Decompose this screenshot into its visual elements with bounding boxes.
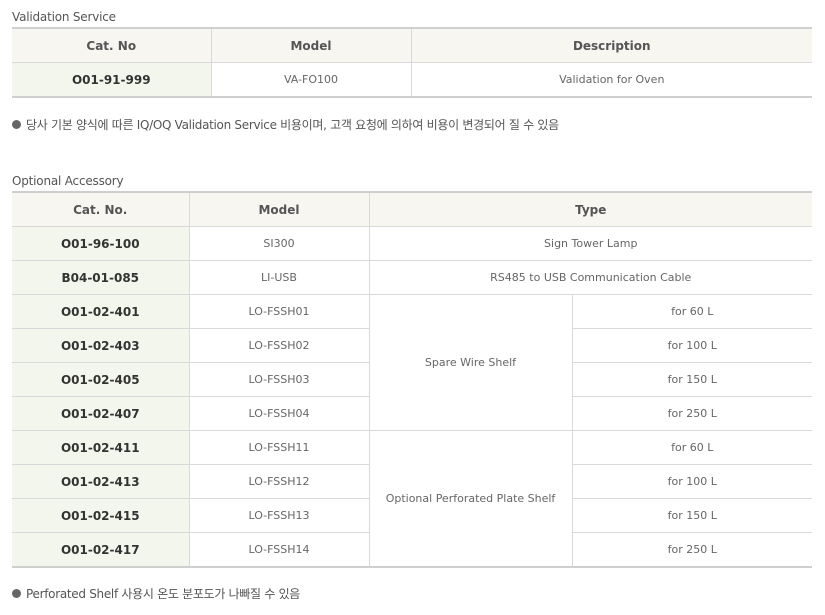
model-cell: LO-FSSH03 (188, 362, 370, 397)
size-cell: for 250 L (571, 396, 812, 431)
table-row: O01-02-411 LO-FSSH11 Optional Perforated… (12, 430, 812, 568)
cat-no-cell: O01-96-100 (12, 226, 190, 261)
size-cell: for 60 L (571, 294, 812, 329)
model-cell: LO-FSSH01 (188, 294, 370, 329)
bullet-icon (12, 589, 21, 598)
accessory-section-title: Optional Accessory (12, 174, 124, 188)
type-cell: Sign Tower Lamp (368, 226, 812, 261)
validation-section-title: Validation Service (12, 10, 116, 24)
accessory-note-text: Perforated Shelf 사용시 온도 분포도가 나빠질 수 있음 (26, 587, 301, 601)
header-model: Model (188, 191, 370, 227)
cat-no-cell: O01-02-403 (12, 328, 190, 363)
model-cell: LO-FSSH12 (188, 464, 370, 499)
size-cell: for 100 L (571, 464, 812, 499)
model-cell: VA-FO100 (210, 62, 412, 98)
description-cell: Validation for Oven (410, 62, 812, 98)
table-header-row: Cat. No Model Description (12, 27, 812, 63)
size-cell: for 60 L (571, 430, 812, 465)
cat-no-cell: O01-02-413 (12, 464, 190, 499)
table-row: O01-91-999 VA-FO100 Validation for Oven (12, 62, 812, 98)
size-cell: for 250 L (571, 532, 812, 568)
model-cell: LO-FSSH04 (188, 396, 370, 431)
size-cell: for 100 L (571, 328, 812, 363)
validation-note-text: 당사 기본 양식에 따른 IQ/OQ Validation Service 비용… (26, 118, 559, 132)
header-cat-no: Cat. No (12, 27, 212, 63)
table-row: O01-96-100 SI300 Sign Tower Lamp (12, 226, 812, 261)
model-cell: SI300 (188, 226, 370, 261)
validation-note: 당사 기본 양식에 따른 IQ/OQ Validation Service 비용… (12, 116, 559, 133)
accessory-table: Cat. No. Model Type O01-96-100 SI300 Sig… (12, 191, 812, 568)
cat-no-cell: O01-02-407 (12, 396, 190, 431)
validation-table: Cat. No Model Description O01-91-999 VA-… (12, 27, 812, 98)
cat-no-cell: O01-02-417 (12, 532, 190, 568)
accessory-note: Perforated Shelf 사용시 온도 분포도가 나빠질 수 있음 (12, 585, 300, 602)
table-header-row: Cat. No. Model Type (12, 191, 812, 227)
group-type-cell: Spare Wire Shelf (368, 294, 573, 431)
bullet-icon (12, 120, 21, 129)
header-model: Model (210, 27, 412, 63)
cat-no-cell: O01-02-401 (12, 294, 190, 329)
group-type-cell: Optional Perforated Plate Shelf (368, 430, 573, 568)
cat-no-cell: O01-91-999 (12, 62, 212, 98)
model-cell: LO-FSSH14 (188, 532, 370, 568)
type-cell: RS485 to USB Communication Cable (368, 260, 812, 295)
table-row: O01-02-401 LO-FSSH01 Spare Wire Shelf fo… (12, 294, 812, 431)
cat-no-cell: O01-02-405 (12, 362, 190, 397)
model-cell: LO-FSSH02 (188, 328, 370, 363)
model-cell: LI-USB (188, 260, 370, 295)
cat-no-cell: B04-01-085 (12, 260, 190, 295)
model-cell: LO-FSSH13 (188, 498, 370, 533)
size-cell: for 150 L (571, 498, 812, 533)
cat-no-cell: O01-02-411 (12, 430, 190, 465)
header-description: Description (410, 27, 812, 63)
table-row: B04-01-085 LI-USB RS485 to USB Communica… (12, 260, 812, 295)
header-type: Type (368, 191, 812, 227)
size-cell: for 150 L (571, 362, 812, 397)
header-cat-no: Cat. No. (12, 191, 190, 227)
model-cell: LO-FSSH11 (188, 430, 370, 465)
cat-no-cell: O01-02-415 (12, 498, 190, 533)
